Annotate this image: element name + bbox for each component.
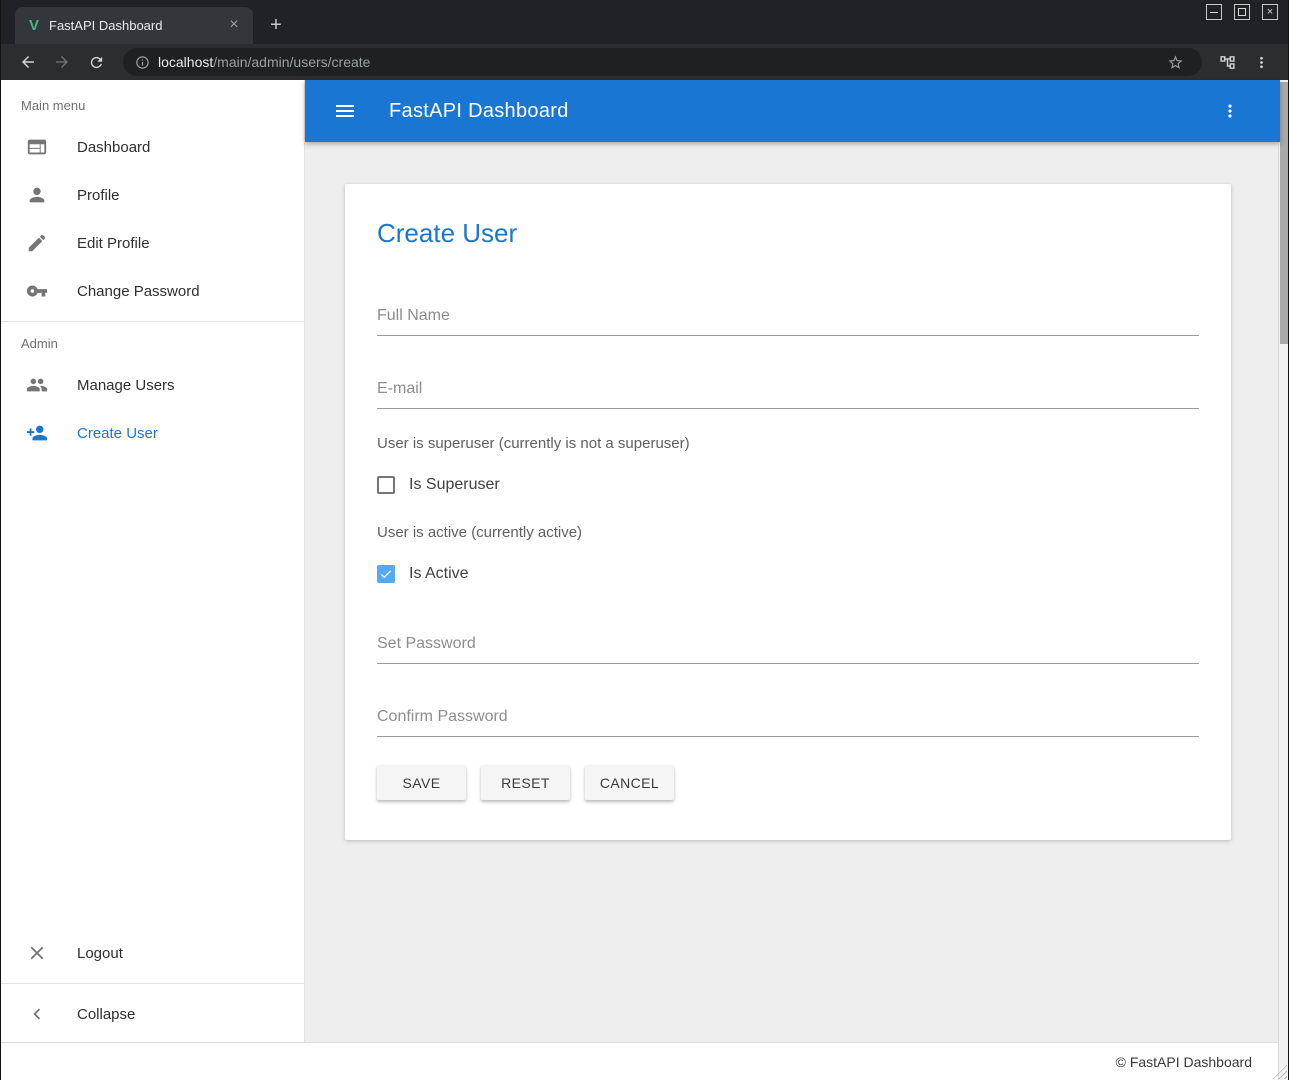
window-controls: ×	[1206, 4, 1278, 20]
page-title: Create User	[377, 218, 1199, 249]
browser-window: V FastAPI Dashboard × + × localhost/main…	[0, 0, 1289, 1080]
sidebar-item-create-user[interactable]: Create User	[1, 409, 304, 457]
save-button[interactable]: SAVE	[377, 765, 466, 800]
chevron-left-icon	[25, 1002, 49, 1026]
page-footer: © FastAPI Dashboard	[1, 1042, 1280, 1080]
people-icon	[25, 373, 49, 397]
is-superuser-row: Is Superuser	[377, 476, 1199, 494]
browser-toolbar: localhost/main/admin/users/create	[1, 44, 1288, 80]
is-active-checkbox[interactable]	[377, 565, 395, 583]
full-name-field	[377, 307, 1199, 336]
form-actions: SAVE RESET CANCEL	[377, 765, 1199, 800]
vertical-scrollbar[interactable]	[1278, 80, 1288, 1080]
dashboard-icon	[25, 135, 49, 159]
window-maximize-button[interactable]	[1234, 4, 1250, 20]
is-active-row: Is Active	[377, 565, 1199, 583]
main-area: FastAPI Dashboard Create User User is su…	[305, 80, 1280, 1042]
sidebar-item-manage-users[interactable]: Manage Users	[1, 361, 304, 409]
page-info-icon[interactable]	[135, 55, 150, 70]
tab-close-icon[interactable]: ×	[225, 17, 243, 35]
sidebar-section-admin: Admin	[1, 328, 304, 361]
sidebar-divider	[1, 321, 304, 322]
sidebar-item-label: Profile	[77, 187, 120, 204]
email-field	[377, 380, 1199, 409]
url-host: localhost	[158, 54, 213, 70]
sidebar-collapse-button[interactable]: Collapse	[1, 990, 304, 1038]
page-viewport: Main menu Dashboard Profile Edit Profile	[1, 80, 1288, 1080]
confirm-password-input[interactable]	[377, 708, 1199, 737]
sidebar-item-label: Create User	[77, 425, 158, 442]
key-icon	[25, 279, 49, 303]
scrollbar-thumb[interactable]	[1280, 82, 1288, 344]
back-arrow-icon[interactable]	[15, 49, 41, 75]
window-close-button[interactable]: ×	[1262, 4, 1278, 20]
reload-icon[interactable]	[83, 49, 109, 75]
full-name-input[interactable]	[377, 307, 1199, 336]
create-user-card: Create User User is superuser (currently…	[345, 184, 1231, 840]
sitemap-icon[interactable]	[1214, 49, 1240, 75]
set-password-input[interactable]	[377, 635, 1199, 664]
reset-button[interactable]: RESET	[481, 765, 570, 800]
page-content: Create User User is superuser (currently…	[305, 142, 1280, 1042]
tab-title: FastAPI Dashboard	[49, 18, 225, 33]
sidebar-item-label: Manage Users	[77, 377, 175, 394]
email-input[interactable]	[377, 380, 1199, 409]
sidebar-item-dashboard[interactable]: Dashboard	[1, 123, 304, 171]
sidebar-item-label: Edit Profile	[77, 235, 150, 252]
appbar-title: FastAPI Dashboard	[389, 100, 569, 123]
sidebar-item-label: Collapse	[77, 1006, 135, 1023]
is-superuser-checkbox[interactable]	[377, 476, 395, 494]
cancel-button[interactable]: CANCEL	[585, 765, 674, 800]
hamburger-menu-icon[interactable]	[331, 97, 359, 125]
browser-tab[interactable]: V FastAPI Dashboard ×	[15, 7, 253, 44]
set-password-field	[377, 635, 1199, 664]
appbar-overflow-menu-icon[interactable]	[1216, 97, 1244, 125]
confirm-password-field	[377, 708, 1199, 737]
copyright-text: © FastAPI Dashboard	[1116, 1054, 1252, 1070]
minimize-icon	[1210, 12, 1218, 13]
is-active-label: Is Active	[409, 565, 469, 583]
close-x-icon	[25, 941, 49, 965]
forward-arrow-icon[interactable]	[49, 49, 75, 75]
is-superuser-label: Is Superuser	[409, 476, 500, 494]
sidebar-section-main-menu: Main menu	[1, 80, 304, 123]
sidebar-item-change-password[interactable]: Change Password	[1, 267, 304, 315]
toolbar-right-icons	[1210, 49, 1278, 75]
sidebar-item-edit-profile[interactable]: Edit Profile	[1, 219, 304, 267]
browser-tab-strip: V FastAPI Dashboard × + ×	[1, 0, 1288, 44]
active-hint-text: User is active (currently active)	[377, 524, 1199, 541]
app-bar: FastAPI Dashboard	[305, 80, 1280, 142]
pencil-icon	[25, 231, 49, 255]
sidebar: Main menu Dashboard Profile Edit Profile	[1, 80, 305, 1042]
url-text: localhost/main/admin/users/create	[158, 54, 370, 70]
person-add-icon	[25, 421, 49, 445]
browser-menu-icon[interactable]	[1248, 49, 1274, 75]
sidebar-divider	[1, 983, 304, 984]
superuser-hint-text: User is superuser (currently is not a su…	[377, 435, 1199, 452]
new-tab-button[interactable]: +	[263, 12, 289, 38]
sidebar-item-logout[interactable]: Logout	[1, 929, 304, 977]
url-path: /main/admin/users/create	[213, 54, 370, 70]
maximize-icon	[1238, 8, 1246, 16]
person-icon	[25, 183, 49, 207]
bookmark-star-icon[interactable]	[1162, 49, 1188, 75]
sidebar-item-label: Logout	[77, 945, 123, 962]
close-icon: ×	[1267, 7, 1273, 18]
sidebar-item-profile[interactable]: Profile	[1, 171, 304, 219]
sidebar-item-label: Change Password	[77, 283, 200, 300]
sidebar-item-label: Dashboard	[77, 139, 150, 156]
vue-logo-favicon-icon: V	[29, 17, 39, 34]
url-bar[interactable]: localhost/main/admin/users/create	[123, 48, 1202, 76]
window-minimize-button[interactable]	[1206, 4, 1222, 20]
